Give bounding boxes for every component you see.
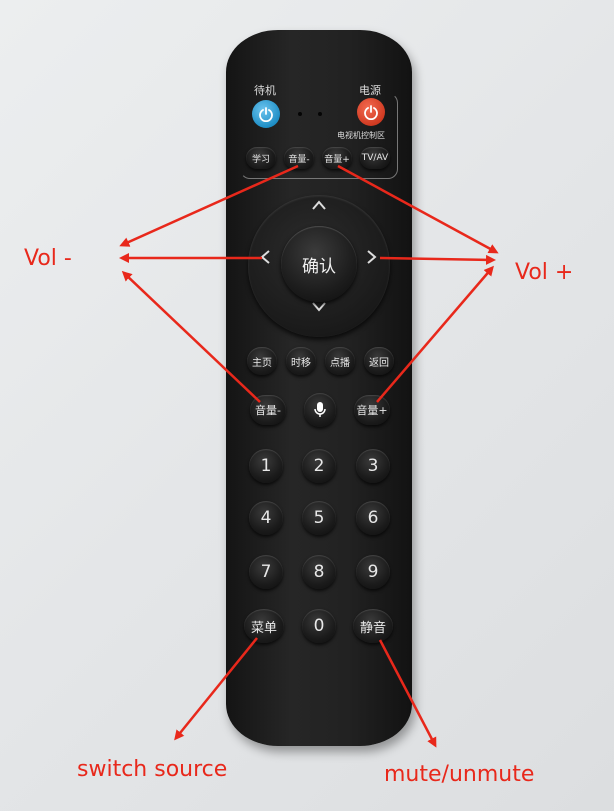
home-button[interactable]: 主页 [247, 347, 277, 375]
tv-zone-label: 电视机控制区 [337, 131, 385, 140]
indicator-led [298, 112, 302, 116]
digit-4-button[interactable]: 4 [249, 501, 283, 535]
digit-2-button[interactable]: 2 [302, 449, 336, 483]
ir-sensor [318, 112, 322, 116]
volume-up-button[interactable]: 音量+ [354, 395, 390, 425]
arrow-left-icon[interactable] [259, 249, 271, 265]
vod-button[interactable]: 点播 [325, 347, 355, 375]
voice-button[interactable] [304, 393, 336, 427]
vol-minus-annotation: Vol - [24, 246, 72, 271]
ok-button[interactable]: 确认 [281, 226, 357, 302]
arrow-down-icon[interactable] [311, 301, 327, 313]
digit-6-button[interactable]: 6 [356, 501, 390, 535]
tv-volume-up-button[interactable]: 音量+ [322, 147, 352, 169]
microphone-icon [314, 402, 326, 417]
timeshift-button[interactable]: 时移 [286, 347, 316, 375]
menu-button[interactable]: 菜单 [244, 609, 284, 643]
digit-9-button[interactable]: 9 [356, 555, 390, 589]
tv-volume-down-button[interactable]: 音量- [284, 147, 314, 169]
power-icon [259, 107, 273, 122]
digit-0-button[interactable]: 0 [302, 609, 336, 643]
digit-3-button[interactable]: 3 [356, 449, 390, 483]
switch-source-annotation: switch source [77, 757, 228, 782]
power-icon [364, 105, 378, 120]
mute-button[interactable]: 静音 [353, 609, 393, 643]
digit-1-button[interactable]: 1 [249, 449, 283, 483]
tv-av-button[interactable]: TV/AV [360, 147, 390, 169]
standby-button[interactable] [252, 100, 280, 128]
back-button[interactable]: 返回 [364, 347, 394, 375]
digit-5-button[interactable]: 5 [302, 501, 336, 535]
learn-button[interactable]: 学习 [246, 147, 276, 169]
volume-down-button[interactable]: 音量- [250, 395, 286, 425]
vol-plus-annotation: Vol + [515, 260, 574, 285]
power-button[interactable] [357, 98, 385, 126]
arrow-up-icon[interactable] [311, 199, 327, 211]
mute-unmute-annotation: mute/unmute [384, 762, 535, 787]
digit-8-button[interactable]: 8 [302, 555, 336, 589]
arrow-right-icon[interactable] [366, 249, 378, 265]
digit-7-button[interactable]: 7 [249, 555, 283, 589]
